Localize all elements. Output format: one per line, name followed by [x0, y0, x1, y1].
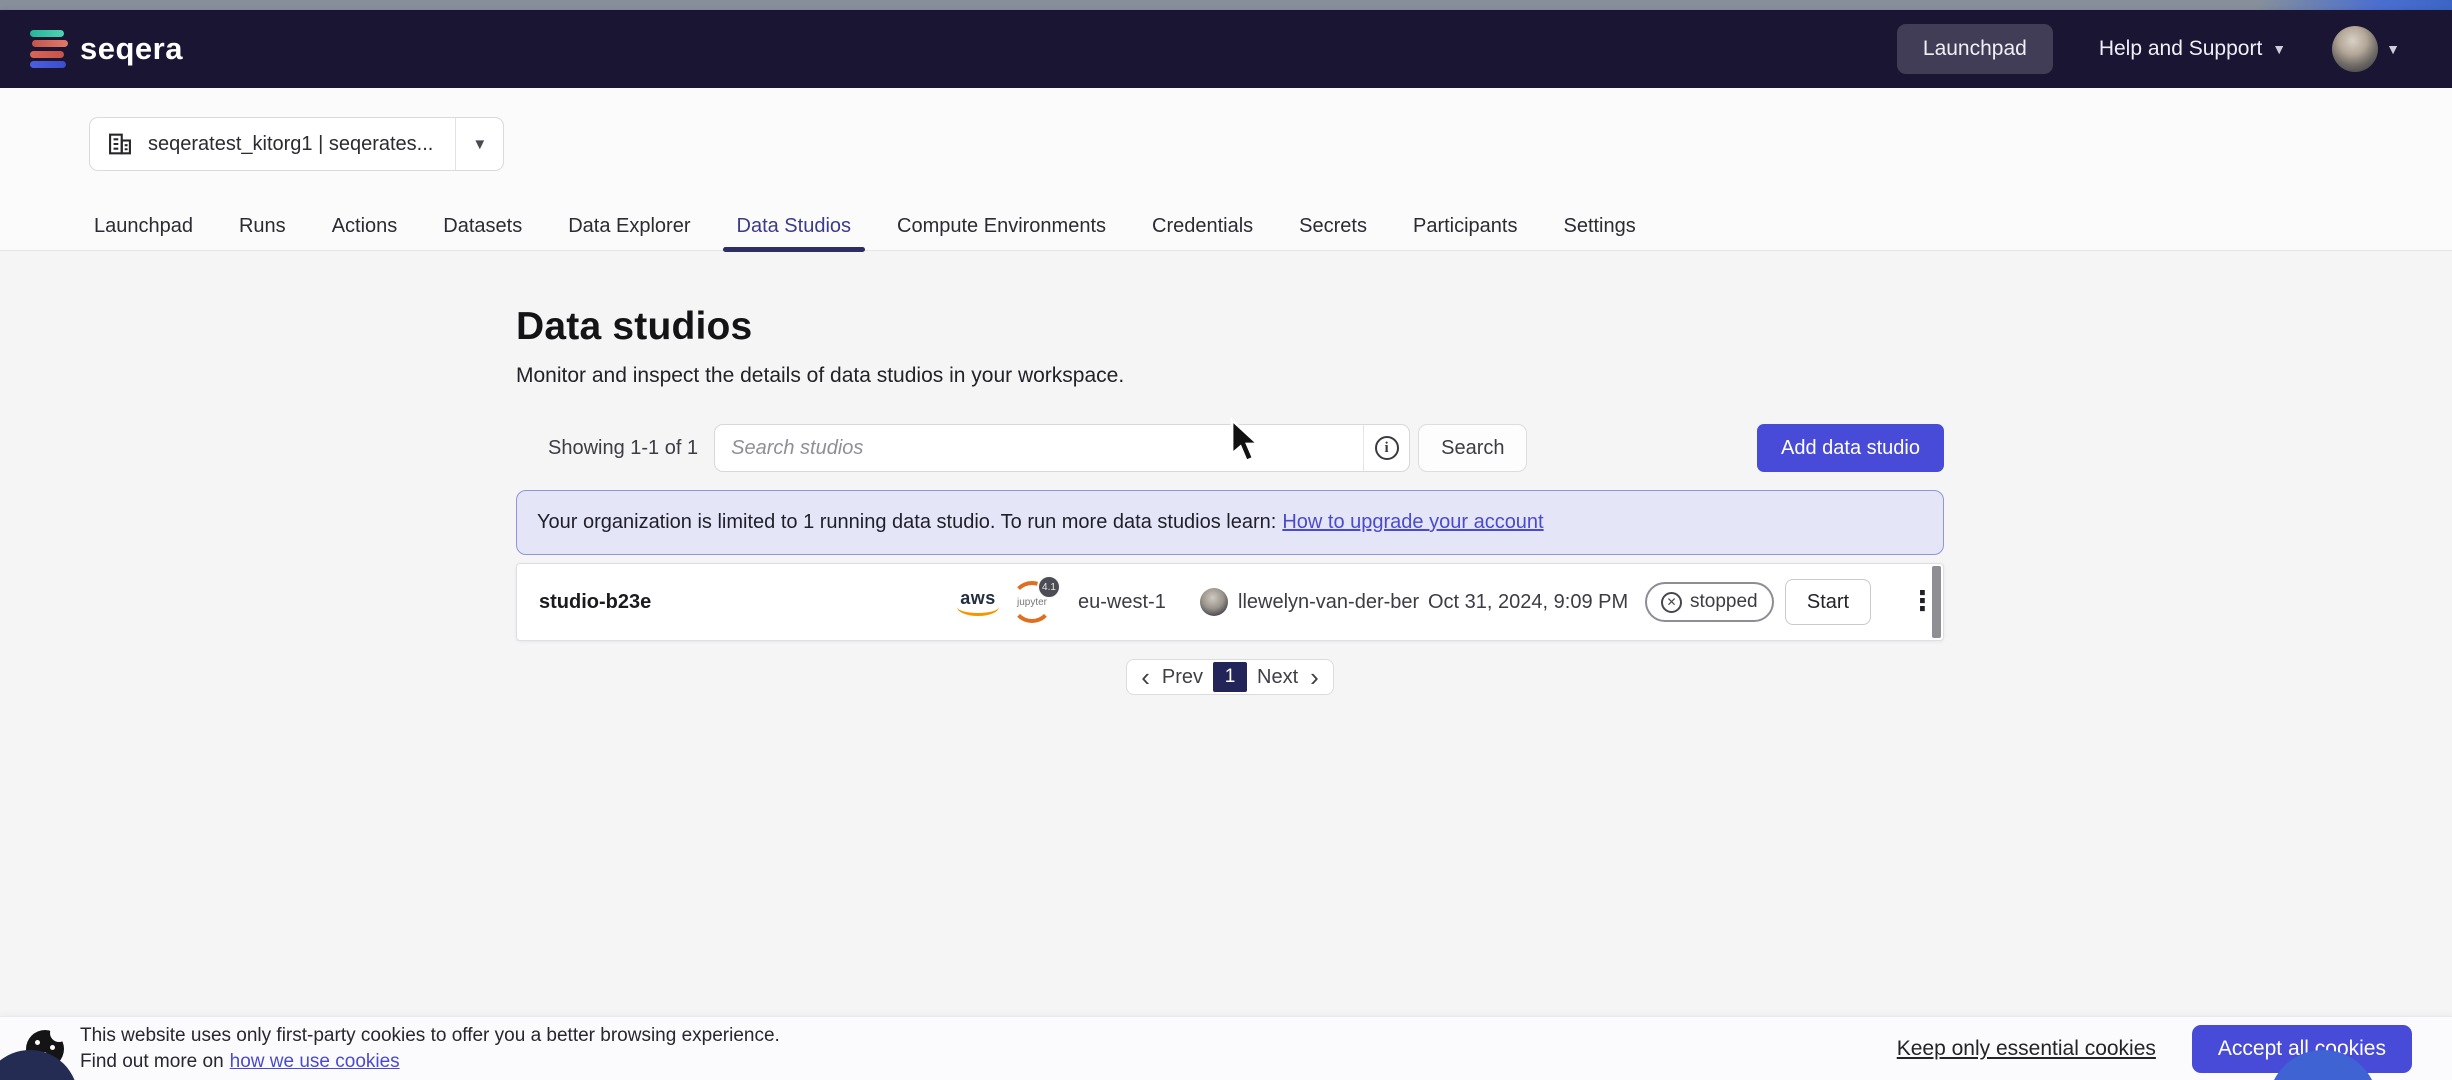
- brand[interactable]: seqera: [30, 30, 183, 68]
- workspace-tabs: Launchpad Runs Actions Datasets Data Exp…: [94, 202, 1636, 250]
- start-studio-button[interactable]: Start: [1785, 579, 1871, 625]
- pagination-group: ‹ Prev 1 Next ›: [1126, 659, 1334, 695]
- workspace-selector-label: seqeratest_kitorg1 | seqerates...: [148, 133, 433, 156]
- tab-datasets[interactable]: Datasets: [443, 202, 522, 250]
- workspace-selector-main[interactable]: seqeratest_kitorg1 | seqerates...: [90, 118, 455, 170]
- launchpad-nav-button[interactable]: Launchpad: [1897, 24, 2053, 74]
- workspace-selector-caret[interactable]: ▼: [455, 118, 503, 170]
- cookie-message: This website uses only first-party cooki…: [80, 1025, 780, 1073]
- tab-secrets[interactable]: Secrets: [1299, 202, 1367, 250]
- workspace-selector[interactable]: seqeratest_kitorg1 | seqerates... ▼: [89, 117, 504, 171]
- jupyter-icon: jupyter 4.1: [1011, 581, 1053, 623]
- studio-owner: llewelyn-van-der-ber: [1200, 588, 1419, 616]
- page-title: Data studios: [516, 305, 1944, 349]
- avatar: [2332, 26, 2378, 72]
- pagination: ‹ Prev 1 Next ›: [516, 659, 1944, 695]
- tab-runs[interactable]: Runs: [239, 202, 286, 250]
- studio-region: eu-west-1: [1078, 591, 1166, 614]
- search-info-button[interactable]: i: [1363, 425, 1409, 471]
- help-and-support-menu[interactable]: Help and Support ▼: [2099, 37, 2286, 61]
- main-content: Data studios Monitor and inspect the det…: [516, 251, 1944, 695]
- navbar-right: Launchpad Help and Support ▼ ▼: [1897, 24, 2400, 74]
- upgrade-account-link[interactable]: How to upgrade your account: [1282, 511, 1543, 534]
- studios-table: studio-b23e aws jupyter 4.1 eu-west-1 ll…: [516, 563, 1944, 641]
- pagination-next[interactable]: Next: [1257, 666, 1298, 689]
- pagination-prev[interactable]: Prev: [1162, 666, 1203, 689]
- pagination-current-page[interactable]: 1: [1213, 662, 1247, 692]
- tab-data-studios[interactable]: Data Studios: [737, 202, 852, 250]
- help-and-support-label: Help and Support: [2099, 37, 2262, 61]
- aws-icon: aws: [957, 589, 999, 616]
- jupyter-version-badge: 4.1: [1037, 575, 1061, 599]
- status-badge: ✕ stopped: [1645, 582, 1774, 622]
- search-box: i: [714, 424, 1410, 472]
- screen-top-edge: [0, 0, 2452, 10]
- add-data-studio-button[interactable]: Add data studio: [1757, 424, 1944, 472]
- workspace-header: seqeratest_kitorg1 | seqerates... ▼ Laun…: [0, 88, 2452, 251]
- studio-name[interactable]: studio-b23e: [539, 591, 651, 614]
- limit-notice-banner: Your organization is limited to 1 runnin…: [516, 490, 1944, 555]
- chevron-down-icon: ▼: [472, 136, 487, 153]
- chevron-down-icon: ▼: [2386, 41, 2400, 57]
- app-window: seqera Launchpad Help and Support ▼ ▼: [0, 0, 2452, 1080]
- results-count: Showing 1-1 of 1: [548, 437, 698, 460]
- tab-participants[interactable]: Participants: [1413, 202, 1518, 250]
- chevron-right-icon[interactable]: ›: [1308, 664, 1321, 690]
- cookie-banner: This website uses only first-party cooki…: [0, 1016, 2452, 1080]
- page-subtitle: Monitor and inspect the details of data …: [516, 364, 1944, 388]
- tab-compute-environments[interactable]: Compute Environments: [897, 202, 1106, 250]
- stopped-icon: ✕: [1661, 592, 1682, 613]
- user-menu[interactable]: ▼: [2332, 26, 2400, 72]
- chevron-left-icon[interactable]: ‹: [1139, 664, 1152, 690]
- search-button[interactable]: Search: [1418, 424, 1527, 472]
- limit-notice-text: Your organization is limited to 1 runnin…: [537, 511, 1276, 534]
- table-scrollbar[interactable]: [1932, 566, 1941, 638]
- tab-settings[interactable]: Settings: [1563, 202, 1635, 250]
- tab-launchpad[interactable]: Launchpad: [94, 202, 193, 250]
- tab-actions[interactable]: Actions: [332, 202, 398, 250]
- chevron-down-icon: ▼: [2272, 41, 2286, 57]
- keep-essential-cookies-link[interactable]: Keep only essential cookies: [1897, 1037, 2156, 1061]
- studios-toolbar: Showing 1-1 of 1 i Search Add data studi…: [516, 424, 1944, 472]
- tab-credentials[interactable]: Credentials: [1152, 202, 1253, 250]
- cookie-message-line1: This website uses only first-party cooki…: [80, 1025, 780, 1047]
- seqera-logo-icon: [30, 30, 66, 68]
- top-navbar: seqera Launchpad Help and Support ▼ ▼: [0, 10, 2452, 88]
- cookie-message-line2: Find out more on how we use cookies: [80, 1051, 780, 1073]
- owner-avatar: [1200, 588, 1228, 616]
- search-input[interactable]: [715, 425, 1363, 471]
- table-row[interactable]: studio-b23e aws jupyter 4.1 eu-west-1 ll…: [517, 564, 1943, 640]
- info-icon: i: [1375, 436, 1399, 460]
- organization-icon: [106, 130, 134, 158]
- studio-created-date: Oct 31, 2024, 9:09 PM: [1428, 591, 1628, 614]
- tab-data-explorer[interactable]: Data Explorer: [568, 202, 690, 250]
- owner-name: llewelyn-van-der-ber: [1238, 591, 1419, 614]
- studio-environment-icons: aws jupyter 4.1: [957, 581, 1053, 623]
- brand-name: seqera: [80, 31, 183, 67]
- cookie-policy-link[interactable]: how we use cookies: [230, 1051, 400, 1073]
